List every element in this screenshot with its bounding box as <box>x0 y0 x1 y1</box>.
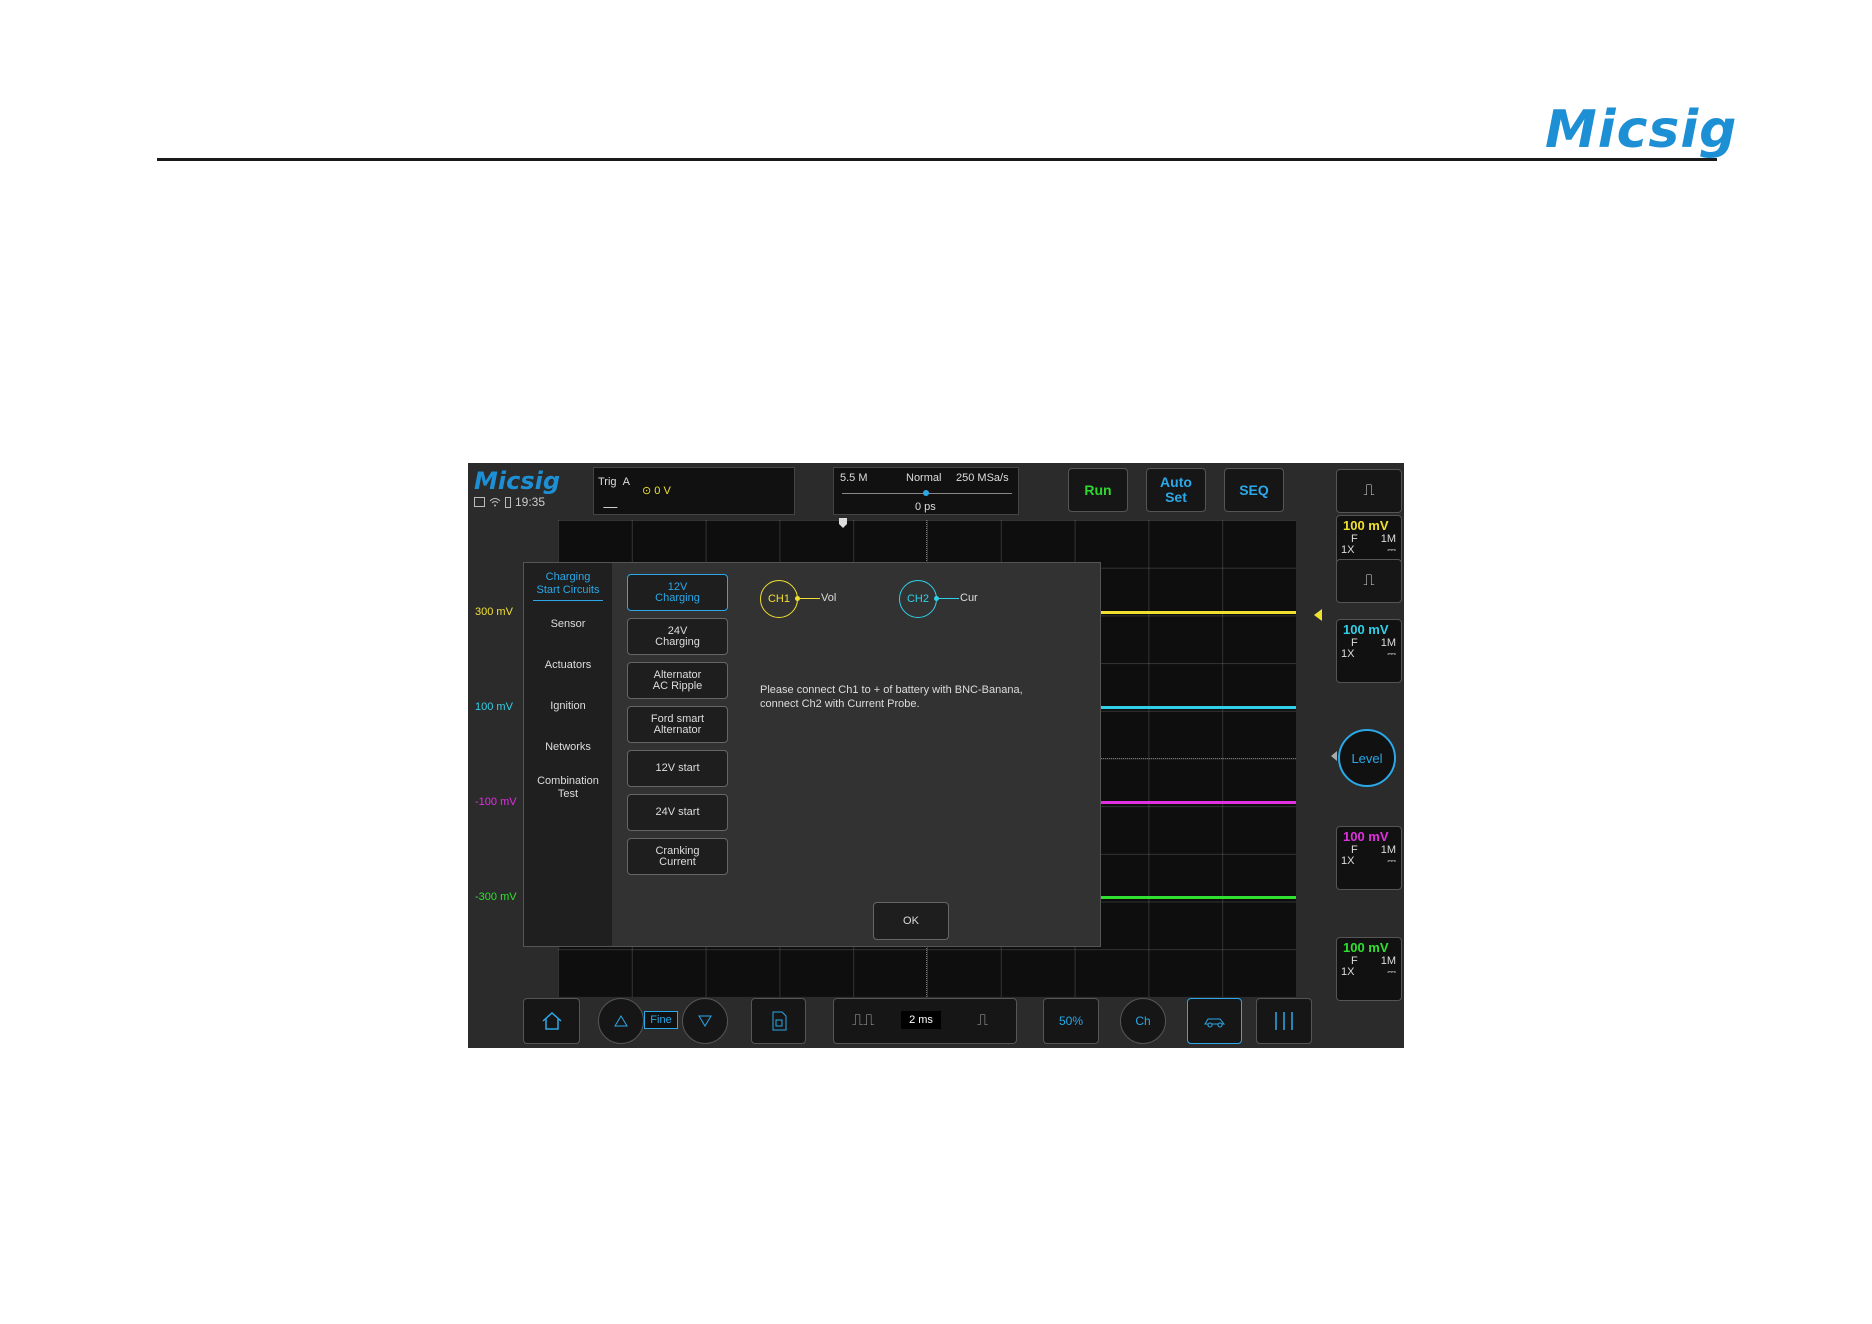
channel-card-4[interactable]: 100 mV F 1M 1X ⎓ <box>1336 937 1402 1001</box>
save-button[interactable] <box>751 998 806 1044</box>
ch1-signal-name: Vol <box>821 592 837 604</box>
dc-icon: ⎓ <box>1387 648 1396 660</box>
automotive-button[interactable] <box>1187 998 1242 1044</box>
channel-probe: 1X <box>1341 966 1355 978</box>
fifty-percent-button[interactable]: 50% <box>1043 998 1099 1044</box>
ok-button[interactable]: OK <box>873 902 949 940</box>
channel-card-2[interactable]: 100 mV F 1M 1X ⎓ <box>1336 619 1402 683</box>
connection-instruction: Please connect Ch1 to + of battery with … <box>760 684 1023 710</box>
status-row: 19:35 <box>474 495 545 509</box>
category-ignition[interactable]: Ignition <box>524 700 612 713</box>
option-12v-charging[interactable]: 12V Charging <box>627 574 728 611</box>
pulse-icon[interactable]: ⎍ <box>1336 469 1402 513</box>
level-arrow-icon <box>1331 751 1337 761</box>
triangle-up-icon <box>614 1015 628 1027</box>
rising-edge-icon <box>603 498 623 508</box>
timebase-panel[interactable]: 5.5 M Normal 250 MSa/s 0 ps <box>833 467 1019 515</box>
channel-button[interactable]: Ch <box>1120 998 1166 1044</box>
narrow-pulse-icon[interactable]: ⎍ <box>977 1012 988 1030</box>
header-rule <box>157 158 1717 161</box>
trigger-level-marker[interactable] <box>1314 609 1322 621</box>
channel-volts: 100 mV <box>1343 622 1389 637</box>
category-networks[interactable]: Networks <box>524 741 612 754</box>
option-24v-charging[interactable]: 24V Charging <box>627 618 728 655</box>
dc-icon: ⎓ <box>1387 966 1396 978</box>
channel-volts: 100 mV <box>1343 518 1389 533</box>
channel-probe: 1X <box>1341 855 1355 867</box>
oscilloscope-screen: Micsig 19:35 Trig A ⊙ 0 V 5.5 M Normal 2… <box>468 463 1404 1048</box>
option-ford-smart-alternator[interactable]: Ford smart Alternator <box>627 706 728 743</box>
cursor-lines-icon <box>1275 1012 1293 1030</box>
category-sensor[interactable]: Sensor <box>524 618 612 631</box>
horizontal-position: 0 ps <box>915 501 936 513</box>
triangle-down-icon <box>698 1015 712 1027</box>
option-12v-start[interactable]: 12V start <box>627 750 728 787</box>
acquire-mode: Normal <box>906 472 942 484</box>
fine-toggle[interactable]: Fine <box>644 1011 678 1029</box>
cursor-button[interactable] <box>1256 998 1312 1044</box>
auto-set-button[interactable]: Auto Set <box>1146 468 1206 512</box>
seq-button[interactable]: SEQ <box>1224 468 1284 512</box>
dc-icon: ⎓ <box>1387 544 1396 556</box>
pulse-small-icon[interactable]: ⎍ <box>1336 559 1402 603</box>
monitor-icon <box>474 497 485 507</box>
option-cranking-current[interactable]: Cranking Current <box>627 838 728 875</box>
ch2-connector-icon: CH2 <box>899 580 937 618</box>
timebase-position-dot <box>923 490 929 496</box>
run-button[interactable]: Run <box>1068 468 1128 512</box>
trigger-label: Trig A <box>598 476 631 488</box>
category-sidebar: Charging Start Circuits Sensor Actuators… <box>524 563 612 946</box>
ch1-connector-icon: CH1 <box>760 580 798 618</box>
channel-probe: 1X <box>1341 544 1355 556</box>
scale-label-3: -100 mV <box>475 796 517 808</box>
vertical-up-button[interactable] <box>598 998 644 1044</box>
scale-label-1: 300 mV <box>475 606 513 618</box>
channel-volts: 100 mV <box>1343 829 1389 844</box>
wide-pulse-icon[interactable]: ⎍⎍ <box>852 1012 874 1030</box>
home-icon <box>542 1011 561 1030</box>
category-charging-start[interactable]: Charging Start Circuits <box>524 571 612 601</box>
trigger-panel[interactable]: Trig A ⊙ 0 V <box>593 467 795 515</box>
home-button[interactable] <box>523 998 580 1044</box>
document-page: Micsig Micsig 19:35 Trig A ⊙ 0 V 5.5 M N… <box>0 0 1872 1324</box>
channel-volts: 100 mV <box>1343 940 1389 955</box>
option-alternator-ripple[interactable]: Alternator AC Ripple <box>627 662 728 699</box>
clock-time: 19:35 <box>515 495 546 509</box>
car-icon <box>1203 1018 1225 1028</box>
channel-probe: 1X <box>1341 648 1355 660</box>
wifi-icon <box>489 498 501 507</box>
dc-icon: ⎓ <box>1387 855 1396 867</box>
battery-icon <box>505 496 511 508</box>
category-combination-test[interactable]: Combination Test <box>524 775 612 801</box>
ch1-wire <box>798 598 820 599</box>
timebase-value: 2 ms <box>901 1011 941 1029</box>
ch2-signal-name: Cur <box>960 592 978 604</box>
ch2-wire <box>937 598 959 599</box>
scale-label-2: 100 mV <box>475 701 513 713</box>
memory-depth: 5.5 M <box>840 472 868 484</box>
automotive-test-dialog: Charging Start Circuits Sensor Actuators… <box>523 562 1101 947</box>
scale-label-4: -300 mV <box>475 891 517 903</box>
trigger-level: ⊙ 0 V <box>642 485 671 497</box>
sample-rate: 250 MSa/s <box>956 472 1009 484</box>
channel-card-3[interactable]: 100 mV F 1M 1X ⎓ <box>1336 826 1402 890</box>
scope-logo: Micsig <box>474 467 561 495</box>
option-24v-start[interactable]: 24V start <box>627 794 728 831</box>
brand-logo: Micsig <box>1545 100 1738 160</box>
category-actuators[interactable]: Actuators <box>524 659 612 672</box>
save-file-icon <box>772 1011 786 1031</box>
vertical-down-button[interactable] <box>682 998 728 1044</box>
level-knob[interactable]: Level <box>1338 729 1396 787</box>
